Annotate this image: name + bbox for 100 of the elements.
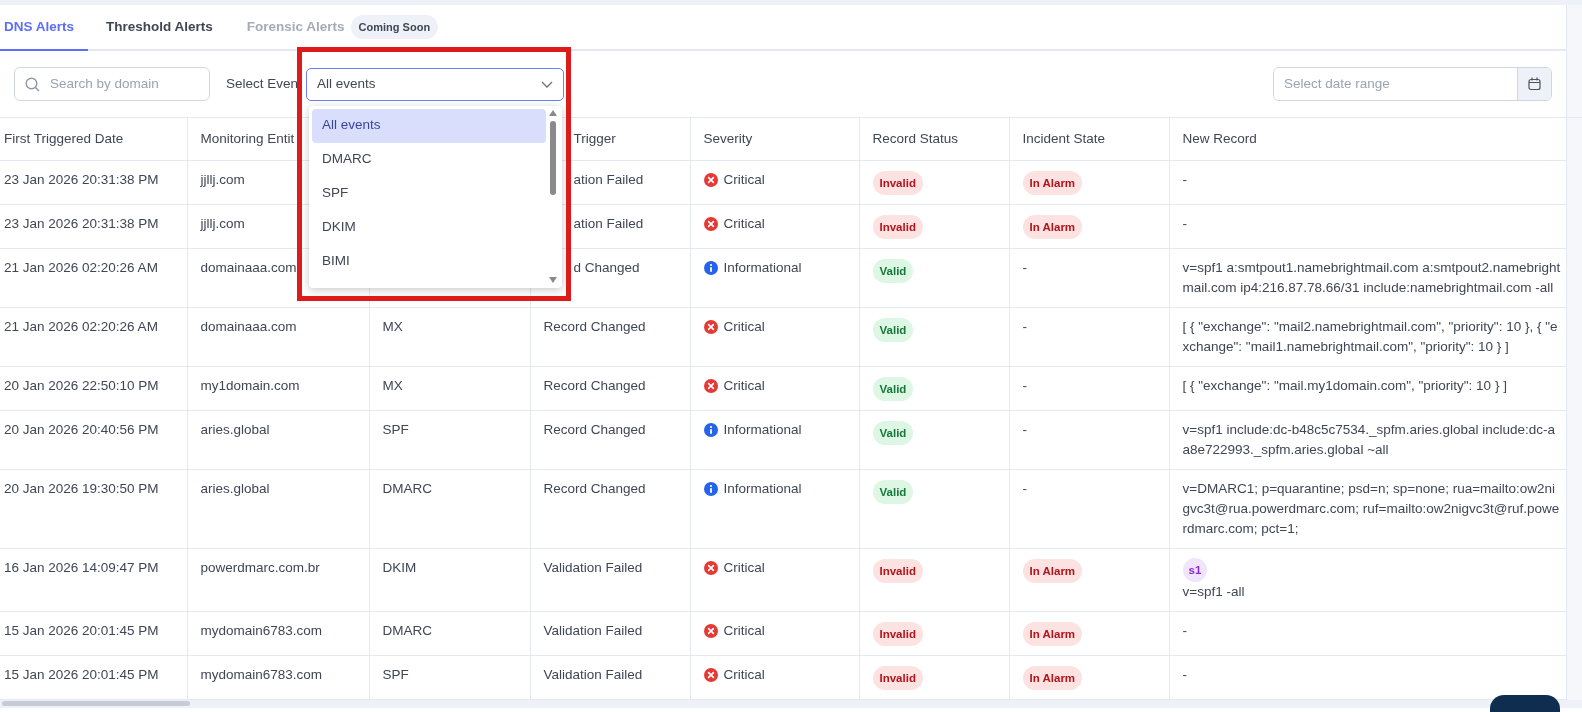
domain-text: powerdmarc.com.br [200,559,320,575]
status-badge: Invalid [872,558,923,583]
record-text: - [1182,215,1187,231]
column-header: Monitoring Entit [200,130,295,146]
empty-value: - [1022,377,1027,393]
alarm-badge: In Alarm [1022,170,1083,195]
trigger-text: Validation Failed [543,559,643,575]
domain-text: aries.global [200,421,270,437]
dropdown-option[interactable]: BIMI [312,244,546,279]
search-field[interactable]: Search by domain [14,67,210,101]
empty-value: - [1022,421,1027,437]
status-badge: Valid [872,420,914,445]
severity-text: Critical [723,317,765,336]
record-type-text: MX [382,318,403,334]
date-text: 16 Jan 2026 14:09:47 PM [4,559,159,575]
column-header: New Record [1182,130,1257,146]
calendar-button[interactable] [1517,68,1551,100]
domain-text: domainaaa.com [200,318,297,334]
calendar-icon [1528,77,1541,91]
alarm-badge: In Alarm [1022,665,1083,690]
record-type-text: SPF [382,666,409,682]
severity-text: Critical [723,621,765,640]
status-badge: Invalid [872,214,923,239]
record-text: - [1182,622,1187,638]
severity-text: Critical [723,376,765,395]
date-text: 23 Jan 2026 20:31:38 PM [4,215,159,231]
alarm-badge: In Alarm [1022,214,1083,239]
severity-text: Critical [723,214,765,233]
tab[interactable]: DNS Alerts [0,5,89,51]
trigger-text: Validation Failed [543,622,643,638]
severity-text: Informational [723,420,802,439]
dropdown-option[interactable]: All events [312,108,546,143]
field-label: Select Even [226,74,300,93]
event-select[interactable]: All events [306,67,564,101]
scrollbar-thumb[interactable] [2,700,190,706]
domain-text: jjllj.com [200,215,245,231]
floating-button[interactable] [1490,695,1560,712]
date-range-field[interactable]: Select date range [1273,67,1552,101]
status-badge: Valid [872,317,914,342]
trigger-text: Record Changed [543,377,646,393]
record-text: - [1182,171,1187,187]
severity-text: Informational [723,258,802,277]
dropdown-option[interactable]: DKIM [312,210,546,245]
column-header: Trigger [573,130,616,146]
search-icon [25,76,40,92]
empty-value: - [1022,318,1027,334]
dropdown-option[interactable]: SPF [312,176,546,211]
trigger-text: Record Changed [543,318,646,334]
severity-text: Critical [723,558,765,577]
record-type-text: DKIM [382,559,417,575]
record-text: v=spf1 include:dc-b48c5c7534._spfm.aries.global include:dc-aa8e722993._spfm.aries.global ~all [1182,421,1556,457]
empty-value: - [1022,480,1027,496]
severity-text: Critical [723,170,765,189]
date-text: 21 Jan 2026 02:20:26 AM [4,318,158,334]
severity-text: Informational [723,479,802,498]
empty-value: - [1022,259,1027,275]
trigger-text: Record Changed [543,421,646,437]
selector-tag: s1 [1182,557,1208,582]
domain-text: jjllj.com [200,171,245,187]
status-badge: Valid [872,479,914,504]
domain-text: aries.global [200,480,270,496]
trigger-text: d Changed [573,259,640,275]
record-type-text: DMARC [382,480,432,496]
dropdown-option[interactable]: DMARC [312,142,546,177]
status-badge: Valid [872,258,914,283]
status-badge: Invalid [872,665,923,690]
tab[interactable]: Threshold Alerts [102,5,229,51]
date-text: 21 Jan 2026 02:20:26 AM [4,259,158,275]
record-text: v=spf1 a:smtpout1.namebrightmail.com a:smtpout2.namebrightmail.com ip4:216.87.78.66/31 include:namebrightmail.com -all [1182,259,1561,295]
alarm-badge: In Alarm [1022,558,1083,583]
domain-text: mydomain6783.com [200,666,323,682]
trigger-text: ation Failed [573,215,644,231]
trigger-text: Validation Failed [543,666,643,682]
chevron-down-icon [541,80,553,88]
domain-text: mydomain6783.com [200,622,323,638]
domain-text: domainaaa.com [200,259,297,275]
record-text: v=DMARC1; p=quarantine; psd=n; sp=none; rua=mailto:ow2nigvc3t@rua.powerdmarc.com; ruf=mailto:ow2nigvc3t@ruf.powerdmarc.com; pct=1; [1182,480,1560,536]
severity-text: Critical [723,665,765,684]
scrollbar[interactable] [548,108,558,285]
coming-soon-badge: Coming Soon [350,14,439,40]
date-text: 15 Jan 2026 20:01:45 PM [4,622,159,638]
alarm-badge: In Alarm [1022,621,1083,646]
record-text: [ { "exchange": "mail.my1domain.com", "priority": 10 } ] [1182,377,1507,393]
record-type-text: SPF [382,421,409,437]
trigger-text: Record Changed [543,480,646,496]
trigger-text: ation Failed [573,171,644,187]
date-text: 15 Jan 2026 20:01:45 PM [4,666,159,682]
date-text: 23 Jan 2026 20:31:38 PM [4,171,159,187]
date-text: 20 Jan 2026 22:50:10 PM [4,377,159,393]
record-type-text: DMARC [382,622,432,638]
status-badge: Valid [872,376,914,401]
record-text: - [1182,666,1187,682]
status-badge: Invalid [872,621,923,646]
column-header: Record Status [872,130,959,146]
record-text: [ { "exchange": "mail2.namebrightmail.com", "priority": 10 }, { "exchange": "mail1.namebrightmail.com", "priority": 10 } ] [1182,318,1558,354]
domain-text: my1domain.com [200,377,300,393]
column-header: Incident State [1022,130,1106,146]
record-text: v=spf1 -all [1182,583,1245,599]
status-badge: Invalid [872,170,923,195]
column-header: First Triggered Date [4,130,124,146]
